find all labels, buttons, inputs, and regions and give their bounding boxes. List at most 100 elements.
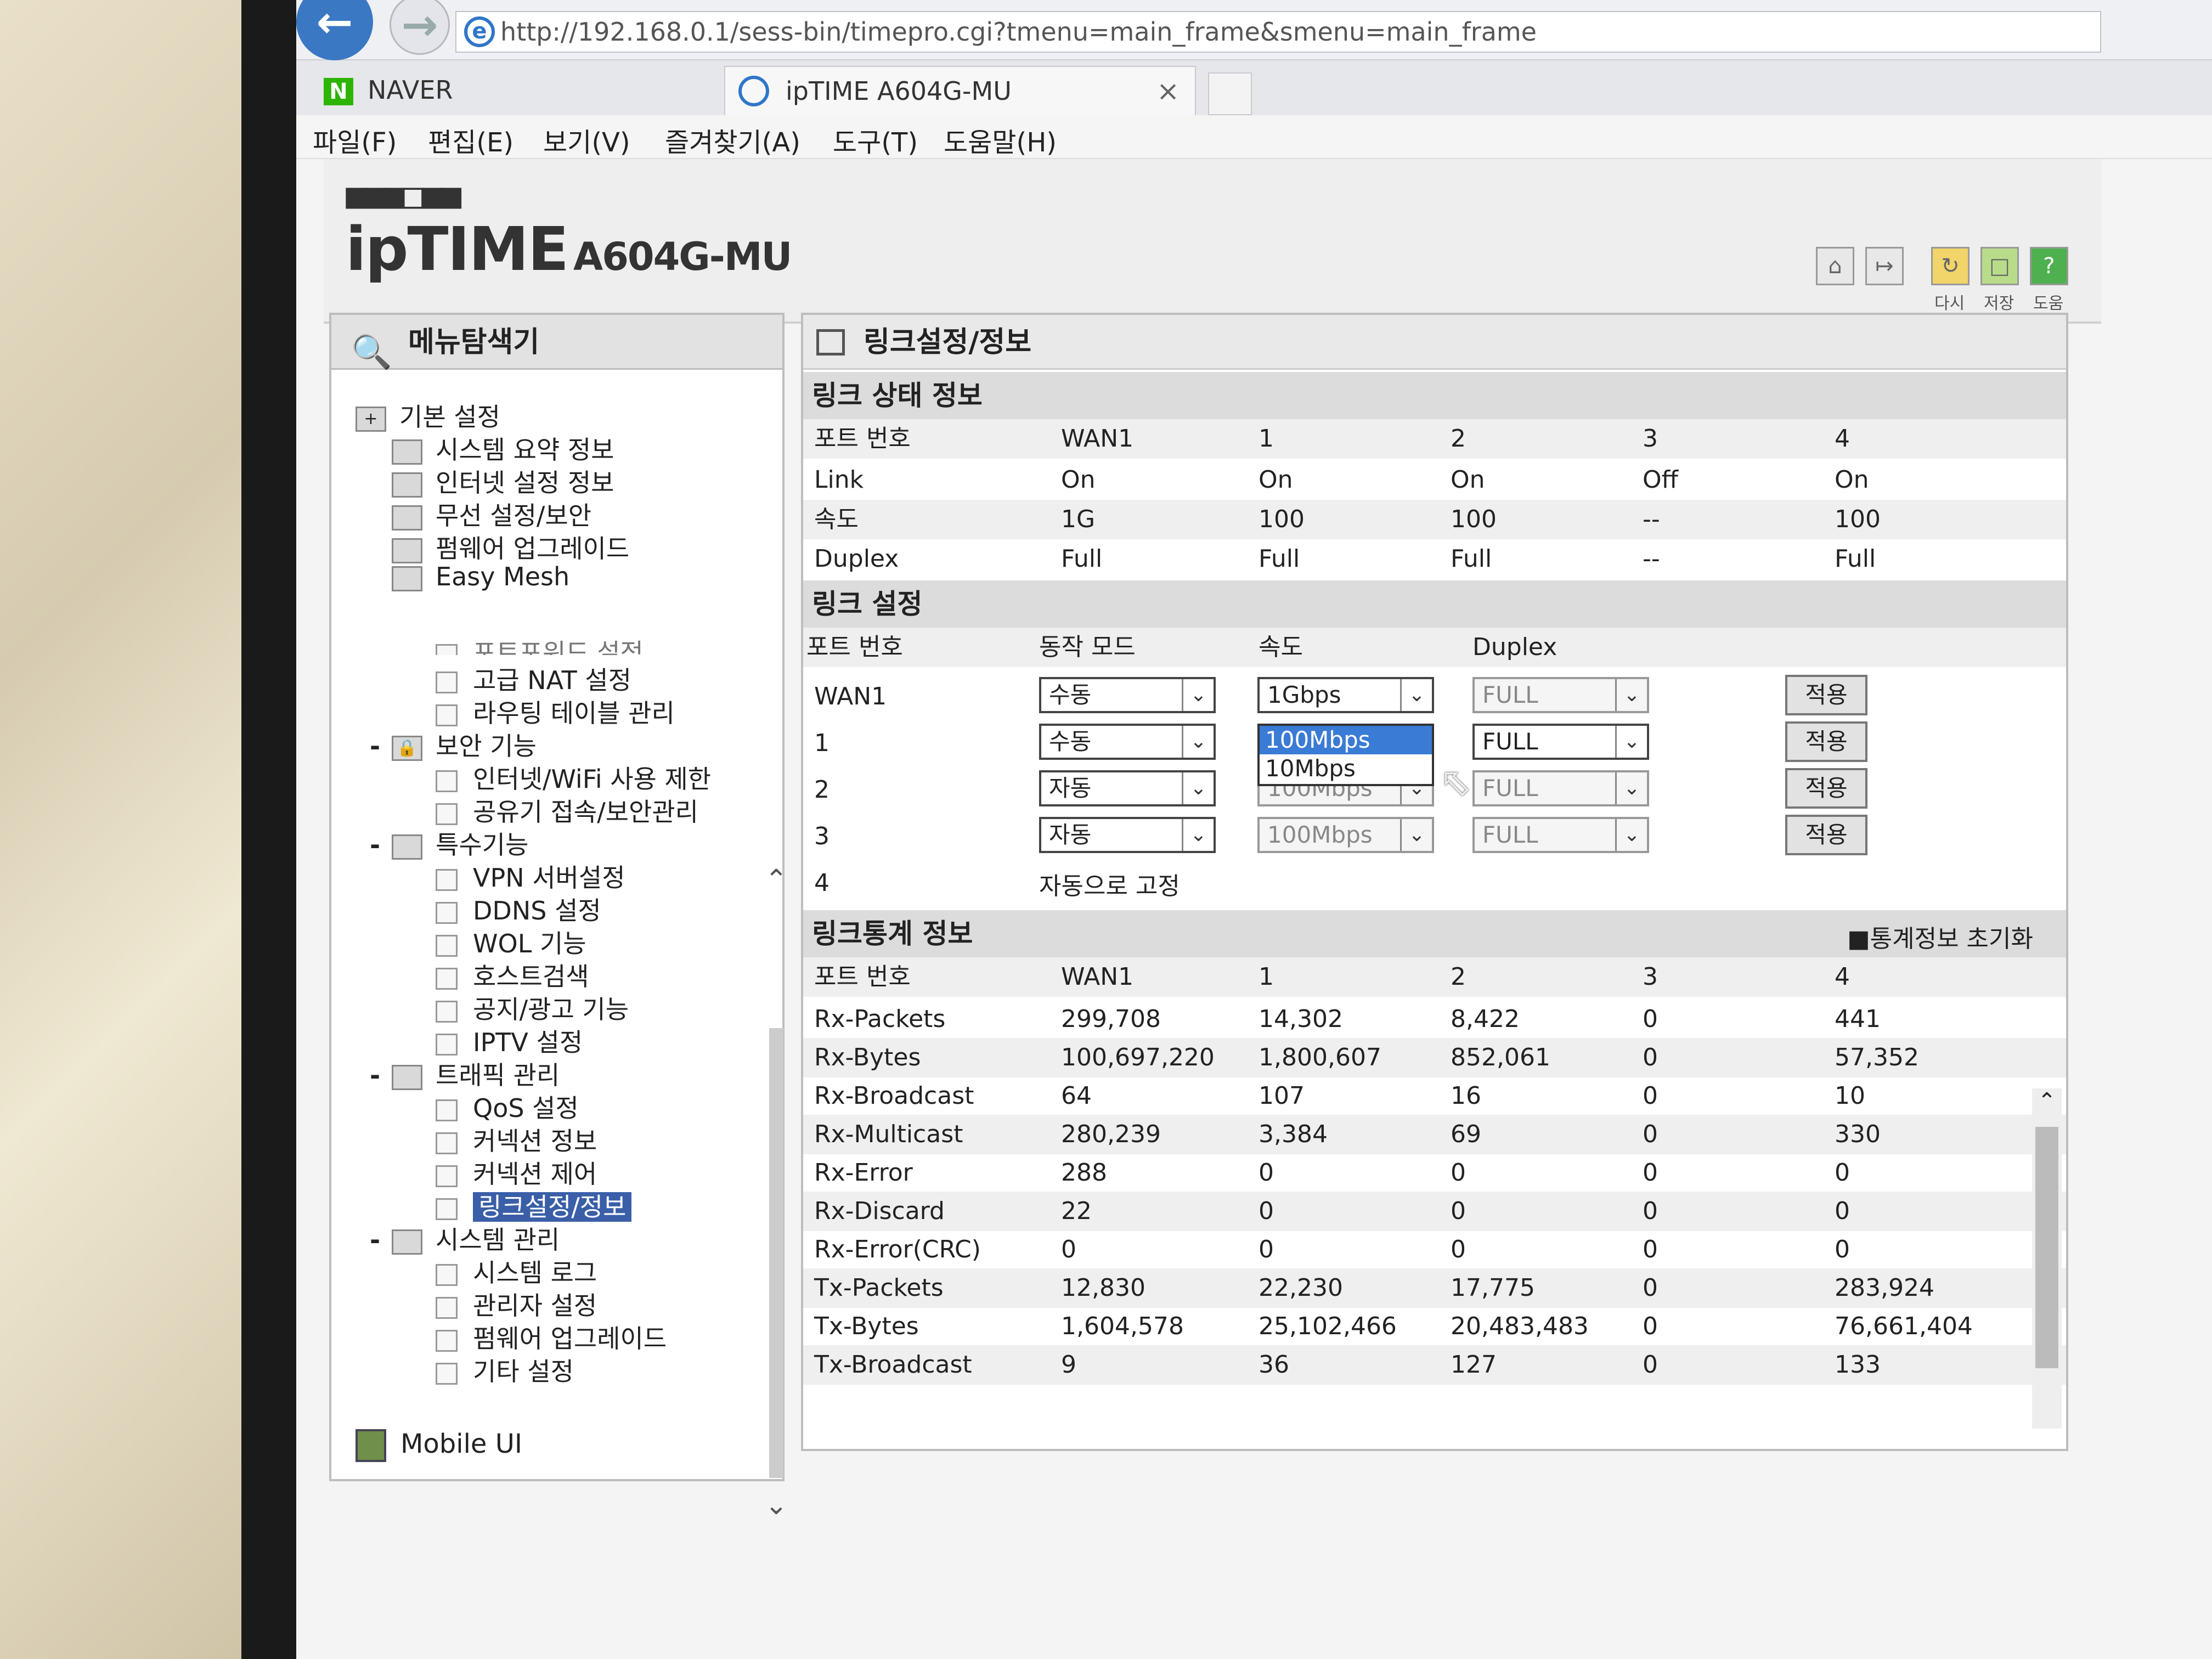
sidebar-item-internet[interactable]: 인터넷 설정 정보 — [392, 463, 614, 499]
sidebar-item-wol[interactable]: WOL 기능 — [436, 924, 586, 960]
stats-value: 280,239 — [1061, 1120, 1161, 1148]
menu-favorites[interactable]: 즐겨찾기(A) — [665, 121, 800, 159]
sidebar-item-vpn[interactable]: VPN 서버설정 — [436, 858, 625, 894]
menu-view[interactable]: 보기(V) — [543, 121, 630, 159]
sidebar-item-host-search[interactable]: 호스트검색 — [436, 957, 589, 993]
speed-dropdown-list[interactable]: 100Mbps 10Mbps — [1257, 724, 1434, 786]
apply-button-3[interactable]: 적용 — [1785, 815, 1867, 855]
stats-scrollbar[interactable]: ⌃ — [2032, 1088, 2062, 1429]
back-button[interactable]: ← — [296, 0, 373, 60]
menu-file[interactable]: 파일(F) — [313, 121, 397, 159]
sidebar-item-access-limit[interactable]: 인터넷/WiFi 사용 제한 — [436, 759, 711, 795]
sidebar-item-misc[interactable]: 기타 설정 — [436, 1352, 574, 1388]
mobile-ui-link[interactable]: Mobile UI — [356, 1429, 522, 1462]
stats-value: 25,102,466 — [1259, 1312, 1397, 1340]
chart-icon — [392, 439, 422, 465]
scroll-thumb[interactable] — [2035, 1127, 2058, 1368]
reset-stats-button[interactable]: ■통계정보 초기화 — [1847, 916, 2033, 963]
group-traffic[interactable]: - 트래픽 관리 — [370, 1056, 560, 1092]
sidebar-item-ddns[interactable]: DDNS 설정 — [436, 891, 601, 927]
speed-option-100mbps[interactable]: 100Mbps — [1260, 726, 1432, 754]
stats-value: 9 — [1061, 1351, 1076, 1379]
speed-option-10mbps[interactable]: 10Mbps — [1260, 754, 1432, 783]
help-icon[interactable]: ? — [2030, 247, 2068, 285]
sidebar-item-system-summary[interactable]: 시스템 요약 정보 — [392, 430, 614, 466]
apply-button-wan1[interactable]: 적용 — [1785, 675, 1867, 715]
refresh-icon[interactable]: ↻ — [1931, 247, 1970, 285]
duplex-select-wan1[interactable]: FULL ⌄ — [1472, 677, 1649, 713]
chevron-down-icon: ⌄ — [1615, 726, 1647, 758]
stats-value: 0 — [1835, 1197, 1850, 1225]
sidebar-item-firmware-upgrade[interactable]: 펌웨어 업그레이드 — [436, 1319, 667, 1355]
tab-naver[interactable]: N NAVER — [307, 66, 735, 115]
sidebar-item-advanced-nat[interactable]: 고급 NAT 설정 — [436, 661, 631, 697]
chevron-down-icon: ⌄ — [1615, 772, 1647, 804]
sidebar-scrollbar[interactable] — [769, 1028, 783, 1478]
chevron-up-icon[interactable]: ⌃ — [2032, 1088, 2062, 1114]
chevron-up-icon[interactable]: ⌃ — [765, 864, 788, 895]
mode-select-3[interactable]: 자동 ⌄ — [1039, 817, 1216, 853]
apply-button-2[interactable]: 적용 — [1785, 768, 1867, 809]
tab-label: ipTIME A604G-MU — [786, 76, 1012, 106]
sidebar-item-qos[interactable]: QoS 설정 — [436, 1088, 579, 1125]
stats-value: 22,230 — [1259, 1274, 1343, 1302]
forward-button[interactable]: → — [390, 0, 450, 55]
stats-value: 64 — [1061, 1082, 1092, 1110]
stats-value: 0 — [1835, 1159, 1850, 1187]
url-field[interactable]: e http://192.168.0.1/sess-bin/timepro.cgi… — [455, 11, 2101, 53]
sidebar-item-routing-table[interactable]: 라우팅 테이블 관리 — [436, 693, 675, 730]
stats-label: Rx-Broadcast — [814, 1082, 974, 1110]
mode-select-1[interactable]: 수동 ⌄ — [1039, 724, 1216, 760]
mode-select-2[interactable]: 자동 ⌄ — [1039, 770, 1216, 806]
chevron-down-icon: ⌄ — [1182, 726, 1214, 758]
stats-value: 10 — [1835, 1082, 1865, 1110]
sidebar-item-connection-control[interactable]: 커넥션 제어 — [436, 1154, 597, 1190]
apply-button-1[interactable]: 적용 — [1785, 721, 1867, 762]
mode-select-wan1[interactable]: 수동 ⌄ — [1039, 677, 1216, 713]
page-title: 링크설정/정보 — [803, 315, 2066, 370]
sidebar-item-wireless[interactable]: 무선 설정/보안 — [392, 496, 591, 532]
sidebar-item-connection-info[interactable]: 커넥션 정보 — [436, 1121, 597, 1158]
group-system[interactable]: - 시스템 관리 — [370, 1220, 560, 1256]
folder-icon: + — [356, 406, 386, 432]
new-tab-button[interactable] — [1208, 72, 1252, 115]
stats-value: 0 — [1643, 1082, 1658, 1110]
sidebar-item-system-log[interactable]: 시스템 로그 — [436, 1253, 597, 1289]
sidebar-item-iptv[interactable]: IPTV 설정 — [436, 1023, 583, 1059]
menu-help[interactable]: 도움말(H) — [944, 121, 1057, 159]
group-special[interactable]: - 특수기능 — [370, 825, 528, 861]
stats-value: 107 — [1259, 1082, 1305, 1110]
sidebar-item-easy-mesh[interactable]: Easy Mesh — [392, 562, 569, 591]
menu-tools[interactable]: 도구(T) — [833, 121, 918, 159]
stats-value: 133 — [1835, 1351, 1881, 1379]
router-page: ■■■□■■ ipTIME A604G-MU ⌂ ↦ ↻ □ ? 다시 저장 도움… — [296, 159, 2212, 1659]
stats-value: 0 — [1259, 1235, 1274, 1263]
duplex-select-3[interactable]: FULL ⌄ — [1472, 817, 1649, 853]
duplex-select-2[interactable]: FULL ⌄ — [1472, 770, 1649, 806]
page-icon — [816, 329, 845, 356]
brand-logo: ipTIME A604G-MU — [346, 214, 792, 284]
screen: ← → e http://192.168.0.1/sess-bin/timepro… — [296, 0, 2212, 1659]
group-basic[interactable]: + 기본 설정 — [356, 397, 500, 433]
stats-row: Rx-Discard 22 0 0 0 0 — [803, 1192, 2066, 1231]
router-header: ■■■□■■ ipTIME A604G-MU ⌂ ↦ ↻ □ ? 다시 저장 도움 — [324, 159, 2101, 324]
tab-iptime[interactable]: ipTIME A604G-MU × — [724, 66, 1196, 115]
save-icon[interactable]: □ — [1980, 247, 2019, 285]
speed-select-3[interactable]: 100Mbps ⌄ — [1257, 817, 1434, 853]
chevron-down-icon[interactable]: ⌄ — [765, 1489, 788, 1521]
stats-label: Tx-Bytes — [814, 1312, 919, 1340]
sidebar-item-firmware[interactable]: 펌웨어 업그레이드 — [392, 529, 629, 565]
sidebar-item-notice[interactable]: 공지/광고 기능 — [436, 990, 629, 1026]
sidebar-item-link-settings[interactable]: 링크설정/정보 — [436, 1187, 632, 1223]
group-security[interactable]: - 🔒 보안 기능 — [370, 726, 537, 763]
sidebar-item-port-forward[interactable]: 포트포워드 설정 — [436, 633, 644, 655]
logout-icon[interactable]: ↦ — [1865, 247, 1904, 285]
home-icon[interactable]: ⌂ — [1816, 247, 1854, 285]
sidebar-item-router-security[interactable]: 공유기 접속/보안관리 — [436, 792, 698, 828]
sidebar-item-admin[interactable]: 관리자 설정 — [436, 1286, 597, 1322]
speed-select-wan1[interactable]: 1Gbps ⌄ — [1257, 677, 1434, 713]
close-icon[interactable]: × — [1156, 67, 1180, 115]
menu-edit[interactable]: 편집(E) — [428, 121, 514, 159]
stats-value: 57,352 — [1835, 1043, 1919, 1071]
duplex-select-1[interactable]: FULL ⌄ — [1472, 724, 1649, 760]
